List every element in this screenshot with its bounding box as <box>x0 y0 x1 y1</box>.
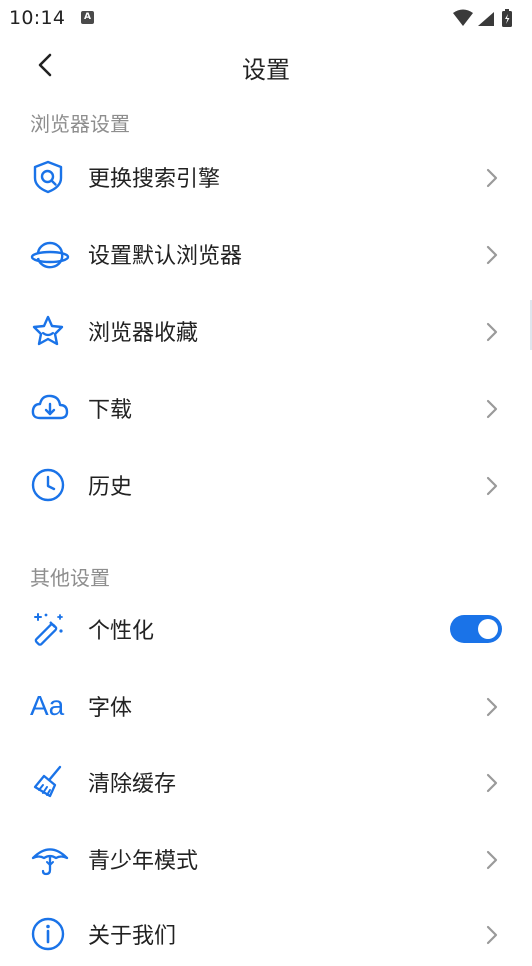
status-bar: 10:14 A <box>0 0 532 36</box>
setting-label: 更换搜索引擎 <box>88 167 221 192</box>
setting-bookmarks[interactable]: 浏览器收藏 <box>0 297 532 363</box>
setting-label: 青少年模式 <box>88 849 199 874</box>
search-engine-icon <box>30 159 66 195</box>
section-header-browser: 浏览器设置 <box>30 112 130 136</box>
chevron-right-icon <box>486 245 498 265</box>
setting-history[interactable]: 历史 <box>0 451 532 517</box>
chevron-right-icon <box>486 322 498 342</box>
font-icon-glyph: Aa <box>30 690 65 721</box>
notification-a-icon: A <box>81 11 94 24</box>
setting-label: 下载 <box>88 398 133 423</box>
chevron-right-icon <box>486 476 498 496</box>
setting-label: 浏览器收藏 <box>88 321 199 346</box>
personalize-toggle[interactable] <box>450 615 502 643</box>
section-header-other: 其他设置 <box>30 566 110 590</box>
setting-label: 设置默认浏览器 <box>88 244 243 269</box>
star-icon <box>30 313 66 349</box>
setting-downloads[interactable]: 下载 <box>0 374 532 440</box>
umbrella-icon <box>30 841 69 877</box>
setting-label: 清除缓存 <box>88 772 177 797</box>
status-time: 10:14 <box>9 7 66 29</box>
page-title: 设置 <box>242 56 290 84</box>
signal-icon <box>478 12 494 26</box>
toggle-knob <box>478 619 498 639</box>
setting-label: 个性化 <box>88 619 155 644</box>
clock-icon <box>30 467 66 503</box>
battery-icon <box>502 9 512 27</box>
chevron-right-icon <box>486 773 498 793</box>
setting-personalize[interactable]: 个性化 <box>0 595 532 661</box>
font-icon: Aa <box>30 688 66 724</box>
broom-icon <box>30 764 66 800</box>
setting-label: 历史 <box>88 475 133 500</box>
setting-default-browser[interactable]: 设置默认浏览器 <box>0 220 532 286</box>
status-icons <box>452 9 522 33</box>
chevron-right-icon <box>486 168 498 188</box>
chevron-right-icon <box>486 850 498 870</box>
cloud-download-icon <box>30 390 69 426</box>
magic-wand-icon <box>30 611 66 647</box>
chevron-right-icon <box>486 925 498 945</box>
setting-about-us[interactable]: 关于我们 <box>0 900 532 966</box>
wifi-icon <box>453 9 473 26</box>
setting-font[interactable]: Aa 字体 <box>0 672 532 738</box>
info-icon <box>30 916 66 952</box>
setting-clear-cache[interactable]: 清除缓存 <box>0 748 532 814</box>
setting-label: 字体 <box>88 696 133 721</box>
setting-search-engine[interactable]: 更换搜索引擎 <box>0 143 532 209</box>
chevron-right-icon <box>486 399 498 419</box>
planet-icon <box>30 236 70 272</box>
title-bar: 设置 <box>0 36 532 96</box>
chevron-right-icon <box>486 697 498 717</box>
setting-teen-mode[interactable]: 青少年模式 <box>0 825 532 891</box>
setting-label: 关于我们 <box>88 924 177 949</box>
